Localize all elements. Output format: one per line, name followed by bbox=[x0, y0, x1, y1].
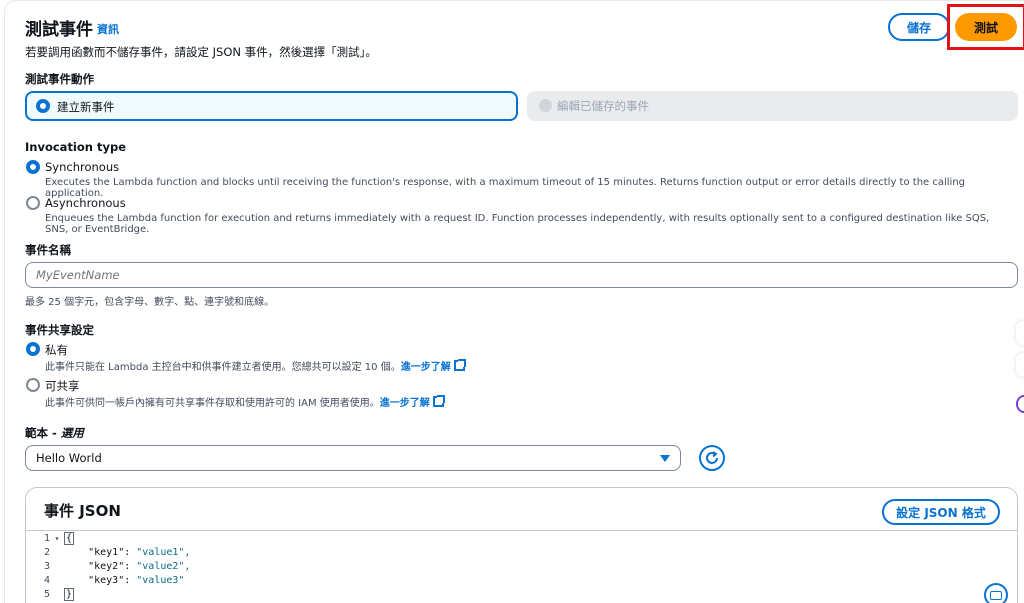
code-line-2: 2 "key1": "value1", bbox=[43, 547, 191, 558]
test-event-panel: 測試事件 資訊 若要調用函數而不儲存事件，請設定 JSON 事件，然後選擇「測試… bbox=[4, 0, 1024, 603]
code-line-3: 3 "key2": "value2", bbox=[43, 561, 191, 572]
radio-disabled-icon bbox=[539, 99, 552, 112]
learn-more-link-shareable[interactable]: 進一步了解 bbox=[380, 398, 430, 409]
asynchronous-label: Asynchronous bbox=[45, 196, 126, 210]
highlight-box bbox=[947, 4, 1024, 50]
keyboard-shortcuts-button[interactable] bbox=[984, 583, 1008, 603]
caret-down-icon bbox=[660, 454, 670, 462]
template-label: 範本 - 選用 bbox=[25, 425, 84, 441]
event-name-hint: 最多 25 個字元，包含字母、數字、點、連字號和底線。 bbox=[25, 297, 275, 308]
synchronous-desc: Executes the Lambda function and blocks … bbox=[45, 177, 966, 199]
refresh-button[interactable] bbox=[699, 445, 725, 471]
invocation-type-label: Invocation type bbox=[25, 140, 126, 154]
private-desc-text: 此事件只能在 Lambda 主控台中和供事件建立者使用。您總共可以設定 10 個… bbox=[45, 362, 401, 373]
tile-create-new-event[interactable]: 建立新事件 bbox=[25, 91, 518, 121]
tile-edit-saved-event: 編輯已儲存的事件 bbox=[527, 91, 1018, 121]
info-link[interactable]: 資訊 bbox=[97, 21, 119, 37]
template-optional-text: 選用 bbox=[60, 426, 84, 440]
radio-selected-icon bbox=[36, 99, 50, 113]
save-button[interactable]: 儲存 bbox=[888, 13, 950, 41]
code-line-5: 5} bbox=[43, 588, 75, 601]
event-json-card: 事件 JSON 設定 JSON 格式 1 ▾{ 2 "key1": "value1… bbox=[25, 487, 1018, 603]
asynchronous-desc: Enqueues the Lambda function for executi… bbox=[45, 213, 990, 235]
tile-edit-saved-label: 編輯已儲存的事件 bbox=[557, 99, 649, 113]
template-label-text: 範本 - bbox=[25, 426, 61, 440]
fold-icon[interactable]: ▾ bbox=[50, 532, 64, 546]
json-editor[interactable]: 1 ▾{ 2 "key1": "value1", 3 "key2": "value… bbox=[26, 530, 1017, 603]
refresh-icon bbox=[706, 451, 718, 464]
private-label: 私有 bbox=[45, 343, 68, 357]
keyboard-icon bbox=[990, 590, 1002, 600]
sharing-label: 事件共享設定 bbox=[25, 323, 94, 337]
test-action-label: 測試事件動作 bbox=[25, 72, 94, 86]
shareable-label: 可共享 bbox=[45, 379, 80, 393]
format-json-button[interactable]: 設定 JSON 格式 bbox=[882, 499, 1000, 525]
event-name-input[interactable] bbox=[25, 262, 1018, 288]
code-line-1: 1 ▾{ bbox=[43, 532, 75, 546]
tile-create-new-label: 建立新事件 bbox=[57, 100, 115, 114]
learn-more-link-private[interactable]: 進一步了解 bbox=[401, 362, 451, 373]
external-link-icon bbox=[432, 395, 445, 407]
external-link-icon bbox=[453, 359, 466, 371]
assistant-icon[interactable] bbox=[1016, 395, 1024, 413]
event-json-title: 事件 JSON bbox=[44, 502, 121, 520]
shareable-desc-text: 此事件可供同一帳戶內擁有可共享事件存取和使用許可的 IAM 使用者使用。 bbox=[45, 398, 380, 409]
side-panel-handle[interactable] bbox=[1016, 353, 1024, 377]
code-line-4: 4 "key3": "value3" bbox=[43, 575, 185, 586]
radio-asynchronous[interactable] bbox=[26, 196, 40, 210]
synchronous-label: Synchronous bbox=[45, 160, 120, 174]
template-selected-value: Hello World bbox=[36, 451, 102, 465]
private-desc: 此事件只能在 Lambda 主控台中和供事件建立者使用。您總共可以設定 10 個… bbox=[45, 358, 466, 373]
radio-shareable[interactable] bbox=[26, 378, 40, 392]
shareable-desc: 此事件可供同一帳戶內擁有可共享事件存取和使用許可的 IAM 使用者使用。進一步了… bbox=[45, 394, 445, 409]
radio-synchronous[interactable] bbox=[26, 160, 40, 174]
template-select[interactable]: Hello World bbox=[25, 445, 681, 471]
radio-private[interactable] bbox=[26, 342, 40, 356]
event-name-label: 事件名稱 bbox=[25, 243, 71, 257]
page-title: 測試事件 bbox=[25, 20, 93, 40]
page-subtitle: 若要調用函數而不儲存事件，請設定 JSON 事件，然後選擇「測試」。 bbox=[25, 45, 377, 59]
side-panel-handle[interactable] bbox=[1016, 321, 1024, 345]
